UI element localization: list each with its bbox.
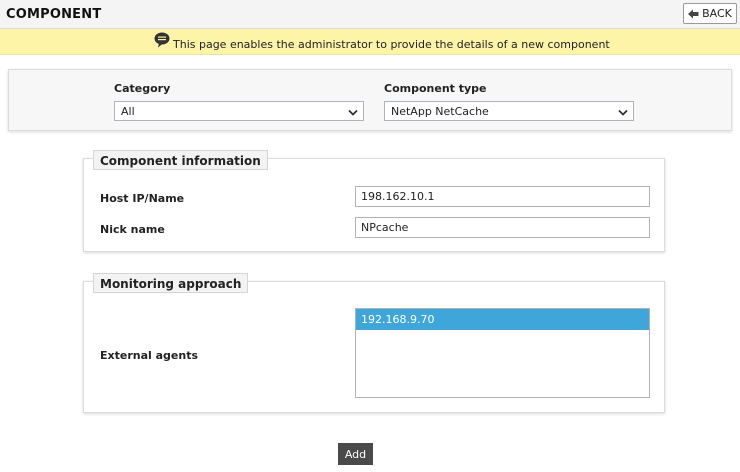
- page-title: COMPONENT: [6, 7, 102, 22]
- host-input[interactable]: 198.162.10.1: [355, 186, 650, 207]
- monitoring-approach-section: External agents 192.168.9.70: [83, 281, 665, 413]
- component-selection-panel: Category All Component type NetApp NetCa…: [8, 69, 732, 131]
- add-button[interactable]: Add: [338, 443, 373, 465]
- category-select-value: All: [121, 105, 135, 118]
- info-bar: This page enables the administrator to p…: [0, 29, 740, 55]
- category-label: Category: [114, 82, 171, 95]
- external-agents-listbox[interactable]: 192.168.9.70: [355, 308, 650, 398]
- category-select[interactable]: All: [114, 101, 364, 121]
- external-agents-label: External agents: [100, 349, 199, 362]
- back-button-label: BACK: [702, 7, 732, 20]
- component-type-select[interactable]: NetApp NetCache: [384, 101, 634, 121]
- component-information-legend: Component information: [93, 150, 268, 170]
- host-label: Host IP/Name: [100, 192, 185, 205]
- back-button[interactable]: BACK: [683, 3, 737, 24]
- speech-bubble-icon: [154, 32, 170, 51]
- component-information-section: Host IP/Name 198.162.10.1 Nick name NPca…: [83, 158, 665, 252]
- nick-name-input[interactable]: NPcache: [355, 217, 650, 238]
- info-message: This page enables the administrator to p…: [173, 38, 610, 51]
- chevron-down-icon: [618, 107, 628, 120]
- list-item[interactable]: 192.168.9.70: [356, 309, 649, 330]
- chevron-down-icon: [348, 107, 358, 120]
- component-type-select-value: NetApp NetCache: [391, 105, 489, 118]
- page-header: COMPONENT BACK: [0, 0, 740, 29]
- nick-name-label: Nick name: [100, 223, 165, 236]
- monitoring-approach-legend: Monitoring approach: [93, 273, 249, 293]
- arrow-left-icon: [688, 9, 699, 19]
- component-type-label: Component type: [384, 82, 487, 95]
